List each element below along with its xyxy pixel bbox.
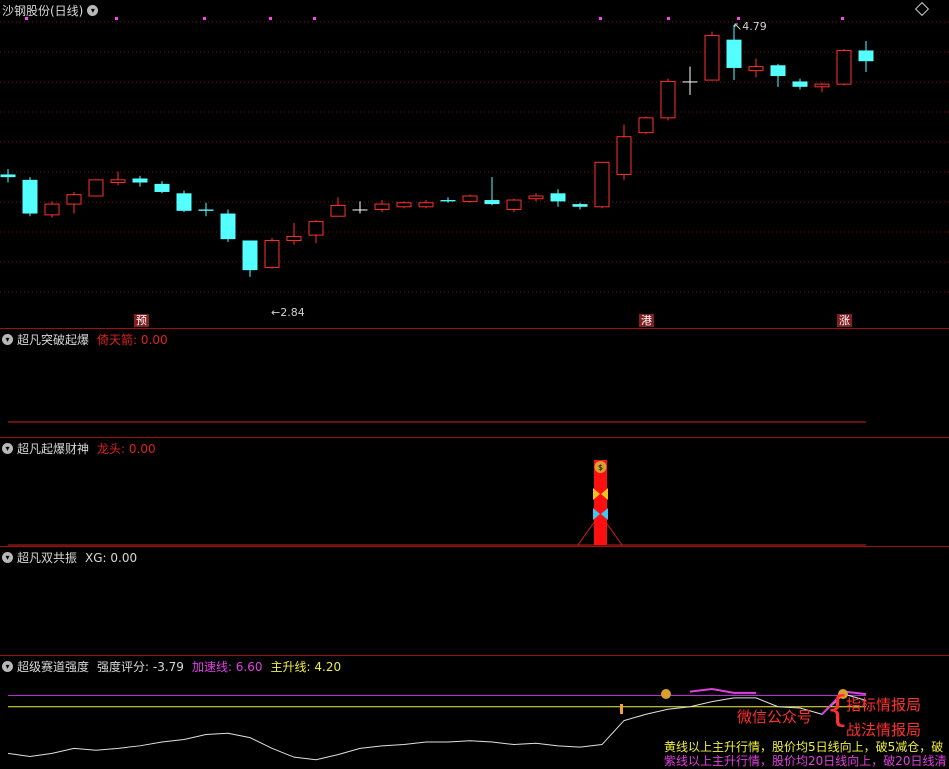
high-price-label: ↖4.79	[733, 20, 767, 33]
panel2-title: 超凡起爆财神	[17, 442, 90, 456]
candle-body	[176, 193, 192, 211]
candle-body	[330, 204, 346, 217]
candle-body	[506, 199, 522, 210]
pointer-hand-icon	[620, 704, 623, 714]
candle-body	[528, 195, 544, 200]
candle-body	[660, 80, 676, 119]
signal-tag-yu: 预	[134, 314, 149, 327]
candle-body	[308, 221, 324, 236]
candle-body	[66, 194, 82, 205]
collapse-icon[interactable]: ▾	[2, 661, 13, 672]
candle-body	[88, 179, 104, 197]
candle-body	[682, 81, 698, 83]
candle-body	[198, 209, 214, 211]
panel1-title: 超凡突破起爆	[17, 333, 90, 347]
panel2-label: 龙头: 0.00	[97, 442, 156, 456]
strength-score-label: 强度评分: -3.79	[97, 660, 184, 674]
panel3-header: ▾ 超凡双共振 XG: 0.00	[2, 549, 137, 566]
signal-tag-zhang: 涨	[837, 314, 852, 327]
watermark-name2: 战法情报局	[846, 721, 922, 739]
watermark-name1: 指标情报局	[846, 696, 922, 714]
marker-dot	[667, 17, 670, 20]
candle-body	[792, 81, 808, 87]
accel-line-label: 加速线: 6.60	[191, 660, 263, 674]
candle-body	[22, 179, 38, 214]
candle-body	[220, 213, 236, 240]
candle-body	[286, 235, 302, 241]
panel2-header: ▾ 超凡起爆财神 龙头: 0.00	[2, 440, 156, 457]
candle-body	[154, 183, 170, 192]
candle-body	[616, 136, 632, 175]
candle-body	[748, 66, 764, 72]
main-line-label: 主升线: 4.20	[270, 660, 342, 674]
candle-body	[572, 204, 588, 207]
indicator-pane-resonance[interactable]: ▾ 超凡双共振 XG: 0.00	[0, 547, 949, 655]
panel3-label: XG: 0.00	[85, 550, 138, 565]
collapse-icon[interactable]: ▾	[2, 443, 13, 454]
candle-body	[462, 195, 478, 202]
collapse-icon[interactable]: ▾	[87, 5, 99, 16]
marker-dot	[203, 17, 206, 20]
candle-body	[836, 49, 852, 85]
stock-title: 沙钢股份(日线)	[2, 4, 84, 18]
panel1-header: ▾ 超凡突破起爆 倚天箭: 0.00	[2, 331, 168, 348]
candle-body	[264, 239, 280, 268]
indicator-pane-strength[interactable]: ▾ 超级赛道强度 强度评分: -3.79 加速线: 6.60 主升线: 4.20…	[0, 656, 949, 769]
panel3-title: 超凡双共振	[17, 551, 78, 565]
candle-body	[110, 179, 126, 184]
candle-body	[440, 200, 456, 202]
marker-dot	[599, 17, 602, 20]
candle-body	[814, 83, 830, 88]
candle-body	[242, 240, 258, 271]
indicator-pane-caishen[interactable]: $ ▾ 超凡起爆财神 龙头: 0.00	[0, 438, 949, 546]
indicator-pane-breakout[interactable]: ▾ 超凡突破起爆 倚天箭: 0.00	[0, 329, 949, 437]
candle-body	[484, 200, 500, 205]
price-pane[interactable]: 沙钢股份(日线) ▾ ↖4.79 ←2.84 预 港 涨	[0, 0, 949, 328]
money-bag-icon	[661, 689, 671, 699]
accel-line-segment	[689, 688, 756, 694]
candle-body	[638, 117, 654, 134]
candle-body	[726, 39, 742, 68]
collapse-icon[interactable]: ▾	[2, 552, 13, 563]
candle-body	[374, 203, 390, 210]
panel1-label: 倚天箭: 0.00	[97, 333, 168, 347]
marker-dot	[115, 17, 118, 20]
candle-body	[770, 65, 786, 77]
candle-body	[132, 178, 148, 183]
candle-body	[418, 202, 434, 208]
hint-magenta: 紫线以上主升行情，股价均20日线向上，破20日线清	[664, 754, 947, 768]
marker-dot	[841, 17, 844, 20]
panel4-header: ▾ 超级赛道强度 强度评分: -3.79 加速线: 6.60 主升线: 4.20	[2, 658, 341, 675]
candle-body	[594, 161, 610, 208]
candle-body	[44, 203, 60, 216]
candle-body	[352, 209, 368, 211]
marker-dot	[269, 17, 272, 20]
candle-body	[858, 50, 874, 62]
collapse-icon[interactable]: ▾	[2, 334, 13, 345]
candle-body	[0, 174, 16, 178]
candlestick-chart[interactable]	[0, 0, 949, 328]
panel4-title: 超级赛道强度	[17, 660, 90, 674]
candle-body	[704, 35, 720, 81]
watermark-wechat: 微信公众号	[737, 708, 813, 726]
marker-dot	[313, 17, 316, 20]
svg-text:$: $	[598, 463, 603, 472]
candle-body	[396, 202, 412, 208]
candle-body	[550, 193, 566, 202]
low-price-label: ←2.84	[271, 306, 305, 319]
signal-tag-gang: 港	[639, 314, 654, 327]
main-header: 沙钢股份(日线) ▾	[2, 2, 102, 19]
